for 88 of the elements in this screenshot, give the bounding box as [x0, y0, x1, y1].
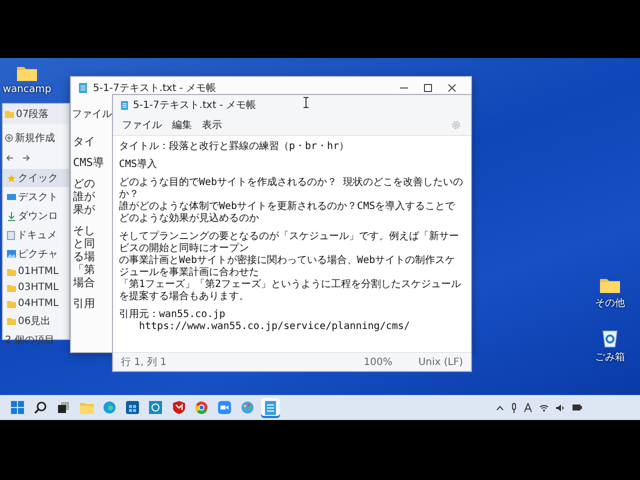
text-line: 引用元：wan55.co.jp [119, 309, 226, 321]
text-line: る場 [73, 250, 95, 263]
notepad-icon [79, 83, 87, 93]
text-line: CMS導 [73, 156, 104, 169]
text-cursor-icon [303, 97, 309, 108]
sidebar-item-label: 06見出 [18, 314, 51, 328]
sidebar-item-label: クイック [18, 172, 58, 185]
text-line: 「第1フェーズ」「第2フェーズ」というように工程を分割したスケジュールを提案する場合もあります。 [119, 279, 462, 303]
text-line: 誰がどのような体制でWebサイトを更新されるのか？CMSを導入することでどのような効果が見込めるのか [119, 201, 456, 225]
plus-circle-icon [5, 134, 13, 142]
sidebar-item-label: ダウンロ [18, 210, 58, 223]
folder-icon[interactable] [599, 276, 621, 294]
window-title: 5-1-7テキスト.txt - メモ帳 [93, 82, 216, 95]
sidebar-item-label: ドキュメ [17, 229, 57, 242]
windows-logo-icon [11, 401, 24, 414]
download-icon [7, 212, 16, 220]
text-line: 誰が [73, 190, 95, 203]
desktop-icon-label[interactable]: wancamp [2, 84, 52, 95]
sidebar-item[interactable]: ドキュメ [3, 226, 69, 244]
picture-icon [7, 250, 16, 258]
recycle-bin-icon[interactable] [601, 328, 619, 348]
window-title: 5-1-7テキスト.txt - メモ帳 [133, 99, 256, 112]
microphone-icon[interactable] [511, 402, 517, 412]
text-line: そしてプランニングの要となるのが「スケジュール」です。例えば「新サービスの開始と同時にオープン [119, 231, 460, 254]
zoom-level: 100% [364, 356, 392, 368]
text-line: https://www.wan55.co.jp/service/planning/cms/ [138, 321, 411, 333]
monitor-icon [7, 193, 16, 201]
folder-icon [7, 317, 16, 325]
browser-icon [195, 401, 208, 414]
sidebar-item[interactable]: 04HTML [3, 296, 69, 311]
star-icon [7, 174, 16, 182]
line-ending: Unix (LF) [418, 356, 463, 368]
sidebar-item[interactable]: デスクト [3, 188, 69, 206]
browser-icon [103, 401, 116, 414]
video-camera-icon [218, 401, 231, 414]
search-icon [34, 401, 47, 414]
notepad-icon [265, 400, 276, 414]
new-button[interactable]: 新規作成 [3, 129, 69, 147]
sidebar-item[interactable]: 06見出 [3, 312, 69, 330]
wifi-icon[interactable] [539, 404, 549, 412]
sidebar-item-label: 04HTML [18, 298, 59, 309]
forward-arrow-icon[interactable] [22, 154, 30, 162]
menu-item[interactable]: ファイル [71, 99, 113, 129]
window-title: 07段落 [16, 108, 49, 121]
folder-icon [5, 110, 14, 118]
speaker-icon[interactable] [556, 404, 565, 412]
text-line: 場合 [73, 276, 95, 289]
text-line: 「第 [73, 263, 95, 276]
folder-icon[interactable] [16, 64, 38, 82]
text-line: と同 [73, 237, 95, 250]
maximize-icon[interactable] [423, 83, 433, 93]
sidebar-item[interactable]: 03HTML [3, 280, 69, 295]
text-line: 引用 [73, 297, 95, 310]
palette-icon [241, 401, 254, 414]
text-line: の事業計画とWebサイトが密接に関わっている場合、Webサイトの制作スケジュールを事業計画に合わせた [119, 255, 456, 278]
app-icon [149, 401, 162, 414]
text-line: そし [73, 224, 95, 237]
text-line: CMS導入 [119, 159, 158, 171]
shield-icon [172, 401, 184, 414]
folder-icon [80, 402, 94, 414]
battery-icon[interactable] [572, 404, 582, 411]
menu-item[interactable]: 表示 [197, 116, 227, 134]
text-line: タイ [73, 135, 95, 148]
sidebar-item-label: デスクト [18, 191, 58, 204]
menu-item[interactable]: 編集 [167, 116, 197, 134]
desktop-icon-label[interactable]: その他 [595, 296, 625, 310]
chevron-up-icon[interactable] [496, 404, 504, 410]
sidebar-item-label: ピクチャ [18, 248, 58, 261]
sidebar-item-label: 03HTML [18, 282, 59, 293]
sidebar-item-label: 01HTML [18, 266, 59, 277]
menu-item[interactable]: ファイル [117, 116, 167, 134]
document-icon [7, 230, 15, 240]
sidebar-item[interactable]: ダウンロ [3, 207, 69, 225]
text-line: タイトル：段落と改行と罫線の練習（p・br・hr） [119, 141, 350, 153]
desktop-icon-label[interactable]: ごみ箱 [595, 350, 625, 364]
text-line: どの [73, 177, 95, 190]
sidebar-item[interactable]: ピクチャ [3, 245, 69, 263]
text-line: 果が [73, 203, 95, 216]
back-arrow-icon[interactable] [6, 154, 14, 162]
sidebar-item[interactable]: 01HTML [3, 264, 69, 279]
close-icon[interactable] [447, 83, 457, 93]
text-line: どのような目的でWebサイトを作成されるのか？ 現状のどこを改善したいのか？ [119, 177, 464, 200]
store-icon [126, 401, 139, 414]
notepad-icon [121, 100, 128, 110]
font-icon[interactable] [524, 403, 532, 412]
cursor-position: 行 1, 列 1 [121, 356, 166, 369]
sidebar-item[interactable]: クイック [3, 169, 69, 187]
task-view-icon [57, 401, 70, 414]
